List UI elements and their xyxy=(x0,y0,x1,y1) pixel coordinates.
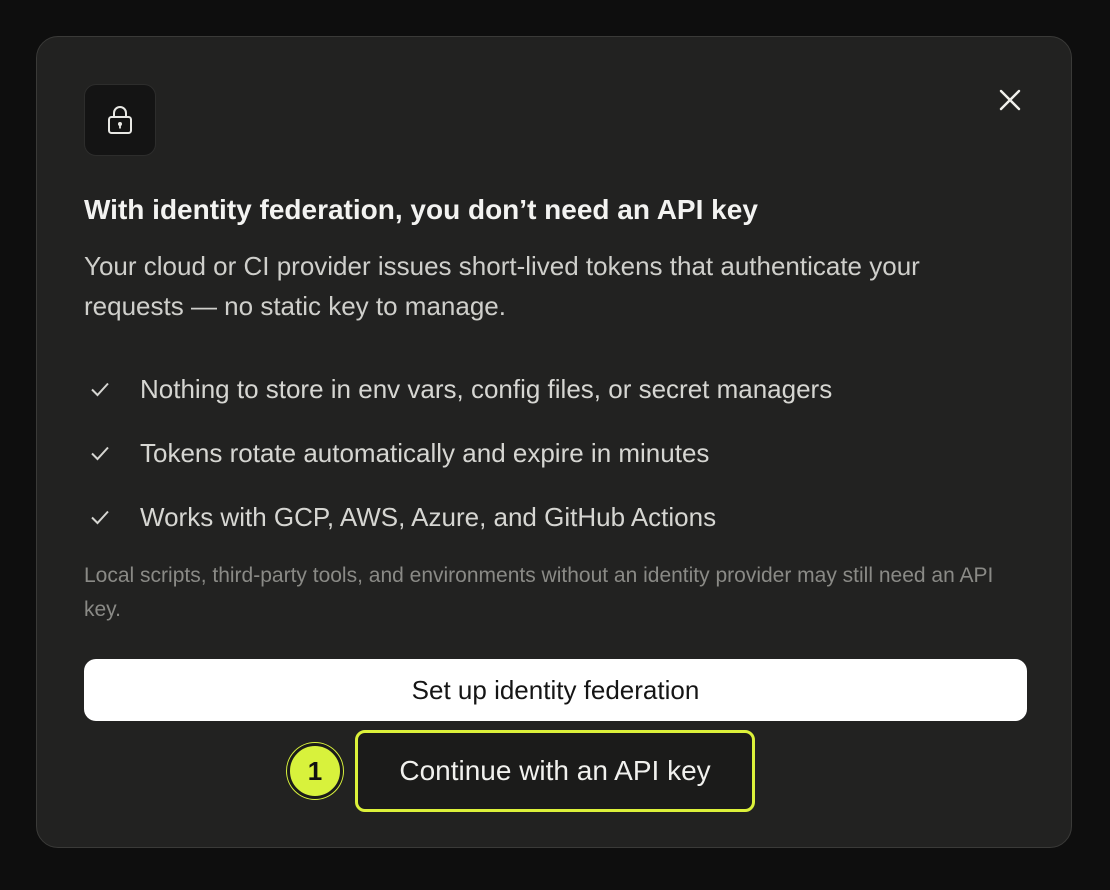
check-icon xyxy=(84,501,116,533)
check-icon xyxy=(84,437,116,469)
benefit-item: Works with GCP, AWS, Azure, and GitHub A… xyxy=(84,485,832,549)
continue-with-api-key-button[interactable]: Continue with an API key xyxy=(355,730,755,812)
benefit-text: Tokens rotate automatically and expire i… xyxy=(140,437,710,468)
lock-icon xyxy=(108,106,132,134)
setup-identity-federation-button[interactable]: Set up identity federation xyxy=(84,659,1027,721)
benefit-text: Nothing to store in env vars, config fil… xyxy=(140,373,833,404)
step-badge: 1 xyxy=(287,743,343,799)
benefits-list: Nothing to store in env vars, config fil… xyxy=(84,357,832,549)
dialog-description: Your cloud or CI provider issues short-l… xyxy=(84,251,920,321)
api-key-note: Local scripts, third-party tools, and en… xyxy=(84,564,994,621)
benefit-text: Works with GCP, AWS, Azure, and GitHub A… xyxy=(140,501,717,532)
lock-icon-container xyxy=(84,84,156,156)
benefit-item: Nothing to store in env vars, config fil… xyxy=(84,357,832,421)
identity-federation-dialog: With identity federation, you don’t need… xyxy=(36,36,1072,848)
dialog-title: With identity federation, you don’t need… xyxy=(84,194,758,225)
benefit-item: Tokens rotate automatically and expire i… xyxy=(84,421,832,485)
close-button[interactable] xyxy=(992,82,1028,118)
close-icon xyxy=(999,89,1021,111)
check-icon xyxy=(84,373,116,405)
